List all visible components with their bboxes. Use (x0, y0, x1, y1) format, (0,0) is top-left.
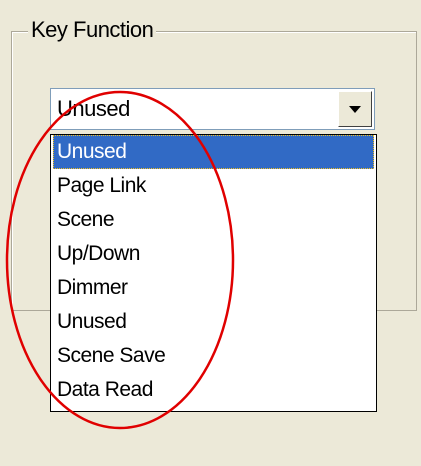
dropdown-option-data-read[interactable]: Data Read (53, 373, 376, 407)
groupbox-title: Key Function (28, 15, 157, 45)
key-function-combobox[interactable]: Unused (50, 88, 375, 130)
dropdown-option-unused[interactable]: Unused (53, 305, 376, 339)
combobox-selected-value: Unused (57, 96, 130, 121)
dropdown-option-page-link[interactable]: Page Link (53, 169, 376, 203)
dropdown-option-unused-selected[interactable]: Unused (53, 135, 374, 169)
dropdown-button[interactable] (338, 91, 372, 127)
dropdown-option-scene-save[interactable]: Scene Save (53, 339, 376, 373)
dropdown-option-dimmer[interactable]: Dimmer (53, 271, 376, 305)
dropdown-option-scene[interactable]: Scene (53, 203, 376, 237)
dropdown-list: Unused Page Link Scene Up/Down Dimmer Un… (50, 134, 377, 412)
chevron-down-icon (349, 105, 361, 113)
dropdown-option-up-down[interactable]: Up/Down (53, 237, 376, 271)
